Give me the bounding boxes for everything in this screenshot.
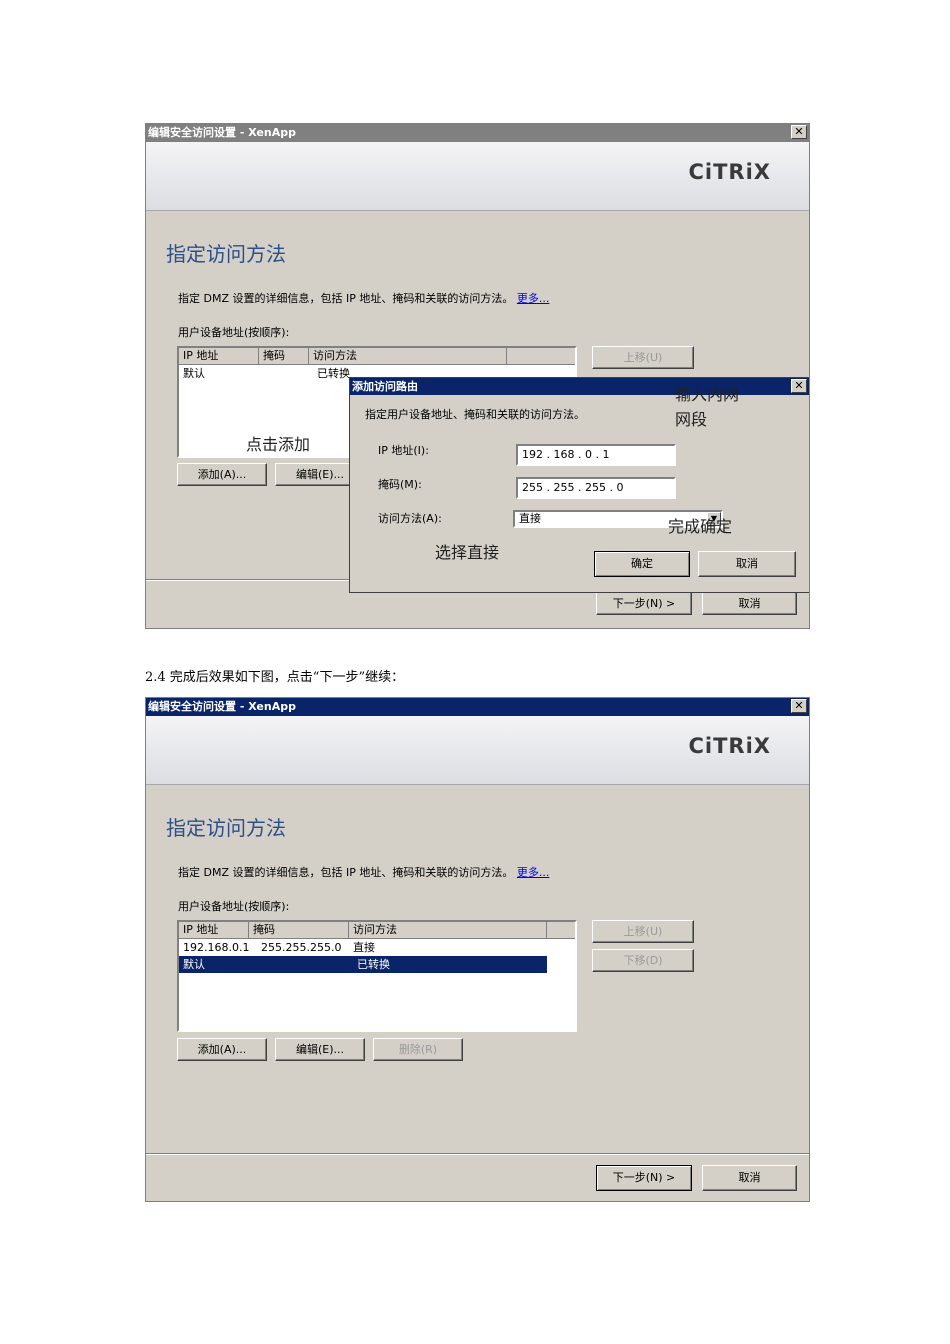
citrix-logo: CiTRiX — [688, 734, 771, 758]
window-title: 编辑安全访问设置 - XenApp — [148, 126, 296, 139]
move-up-button[interactable]: 上移(U) — [592, 920, 694, 943]
wizard-banner: CiTRiX — [146, 716, 809, 785]
move-down-button[interactable]: 下移(D) — [592, 949, 694, 972]
page-heading: 指定访问方法 — [166, 242, 286, 266]
row-mask: 255.255.255.0 — [261, 941, 342, 954]
move-up-button[interactable]: 上移(U) — [592, 346, 694, 369]
description-text: 指定 DMZ 设置的详细信息，包括 IP 地址、掩码和关联的访问方法。 — [178, 866, 514, 879]
list-header: IP 地址 掩码 访问方法 — [179, 348, 575, 365]
page-description: 指定 DMZ 设置的详细信息，包括 IP 地址、掩码和关联的访问方法。 更多..… — [178, 864, 549, 880]
row-method: 直接 — [353, 941, 375, 954]
close-icon[interactable]: ✕ — [791, 379, 807, 393]
cancel-button[interactable]: 取消 — [702, 1165, 797, 1191]
wizard-banner: CiTRiX — [146, 142, 809, 211]
method-label: 访问方法(A): — [378, 512, 442, 525]
more-link[interactable]: 更多... — [517, 866, 550, 879]
column-empty — [547, 922, 575, 938]
window-titlebar: 编辑安全访问设置 - XenApp ✕ — [146, 698, 809, 716]
annotation-enter-subnet-2: 网段 — [675, 410, 708, 429]
citrix-logo: CiTRiX — [688, 160, 771, 184]
mask-field[interactable]: 255 . 255 . 255 . 0 — [516, 477, 676, 499]
ok-button[interactable]: 确定 — [594, 551, 690, 577]
column-ip[interactable]: IP 地址 — [179, 922, 249, 938]
add-button[interactable]: 添加(A)... — [177, 1038, 267, 1061]
next-button[interactable]: 下一步(N) > — [596, 1165, 692, 1191]
ip-address-field[interactable]: 192 . 168 . 0 . 1 — [516, 444, 676, 466]
dialog-titlebar: 添加访问路由 ✕ — [350, 378, 809, 395]
column-empty — [507, 348, 575, 364]
column-mask[interactable]: 掩码 — [259, 348, 309, 364]
row-method: 已转换 — [357, 958, 390, 971]
page-description: 指定 DMZ 设置的详细信息，包括 IP 地址、掩码和关联的访问方法。 更多..… — [178, 290, 549, 306]
dialog-description: 指定用户设备地址、掩码和关联的访问方法。 — [365, 408, 585, 421]
add-route-dialog: 添加访问路由 ✕ 指定用户设备地址、掩码和关联的访问方法。 IP 地址(I): … — [349, 377, 809, 593]
list-header: IP 地址 掩码 访问方法 — [179, 922, 575, 939]
dialog-title: 添加访问路由 — [352, 380, 418, 393]
close-icon[interactable]: ✕ — [791, 699, 807, 713]
screenshot-add-route: 编辑安全访问设置 - XenApp ✕ CiTRiX 指定访问方法 指定 DMZ… — [145, 123, 810, 629]
footer-divider — [146, 1153, 809, 1155]
annotation-choose-direct: 选择直接 — [435, 543, 500, 562]
window-title: 编辑安全访问设置 - XenApp — [148, 700, 296, 713]
table-row[interactable]: 默认 已转换 — [179, 956, 547, 973]
row-ip: 默认 — [183, 958, 205, 971]
mask-label: 掩码(M): — [378, 478, 422, 491]
edit-button[interactable]: 编辑(E)... — [275, 1038, 365, 1061]
column-method[interactable]: 访问方法 — [349, 922, 547, 938]
list-label: 用户设备地址(按顺序): — [178, 326, 290, 339]
dialog-cancel-button[interactable]: 取消 — [698, 551, 796, 577]
selected-method: 直接 — [519, 512, 541, 525]
next-button[interactable]: 下一步(N) > — [596, 592, 692, 615]
annotation-click-add: 点击添加 — [246, 435, 311, 454]
row-ip: 192.168.0.1 — [183, 941, 250, 954]
cancel-button[interactable]: 取消 — [702, 592, 797, 615]
annotation-enter-subnet: 输入内网 — [675, 385, 740, 404]
column-method[interactable]: 访问方法 — [309, 348, 507, 364]
column-ip[interactable]: IP 地址 — [179, 348, 259, 364]
address-list[interactable]: IP 地址 掩码 访问方法 192.168.0.1 255.255.255.0 … — [177, 920, 577, 1032]
window-titlebar: 编辑安全访问设置 - XenApp ✕ — [146, 124, 809, 142]
delete-button[interactable]: 删除(R) — [373, 1038, 463, 1061]
more-link[interactable]: 更多... — [517, 292, 550, 305]
add-button[interactable]: 添加(A)... — [177, 463, 267, 486]
step-caption: 2.4 完成后效果如下图，点击“下一步”继续： — [145, 670, 405, 685]
close-icon[interactable]: ✕ — [791, 125, 807, 139]
list-label: 用户设备地址(按顺序): — [178, 900, 290, 913]
table-row[interactable]: 192.168.0.1 255.255.255.0 直接 — [179, 939, 575, 956]
page-heading: 指定访问方法 — [166, 816, 286, 840]
ip-label: IP 地址(I): — [378, 444, 429, 457]
column-mask[interactable]: 掩码 — [249, 922, 349, 938]
row-ip: 默认 — [183, 367, 205, 380]
annotation-finish-ok: 完成确定 — [668, 517, 733, 536]
screenshot-result: 编辑安全访问设置 - XenApp ✕ CiTRiX 指定访问方法 指定 DMZ… — [145, 697, 810, 1202]
description-text: 指定 DMZ 设置的详细信息，包括 IP 地址、掩码和关联的访问方法。 — [178, 292, 514, 305]
